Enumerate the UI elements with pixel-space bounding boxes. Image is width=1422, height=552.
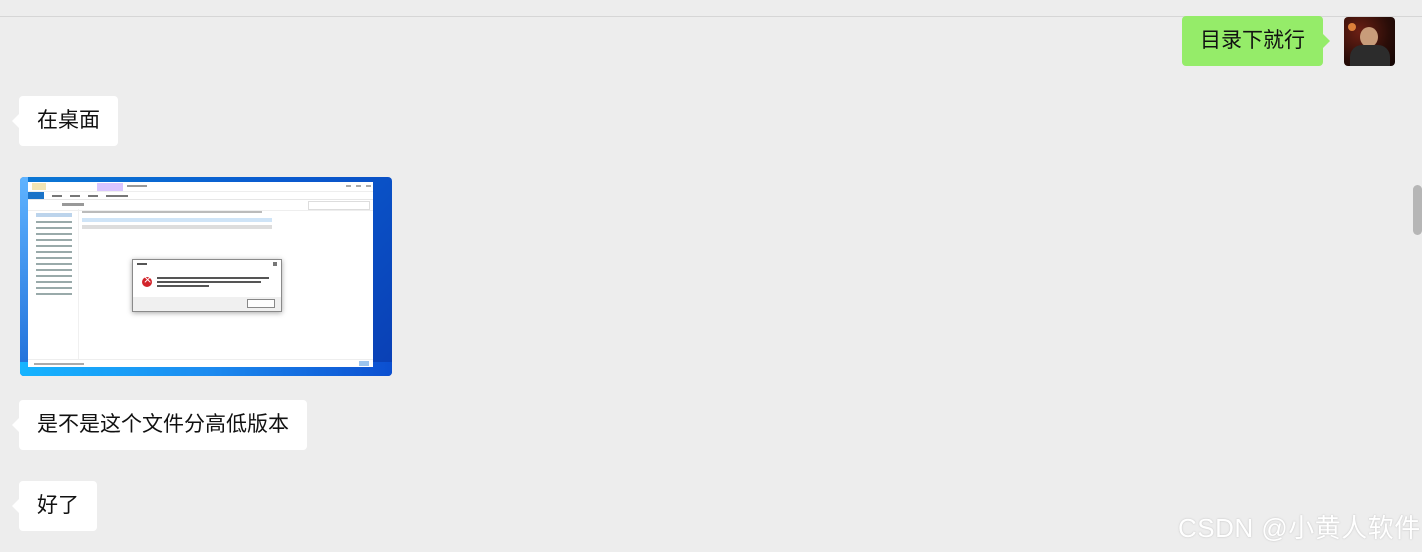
explorer-navigation-pane: [28, 209, 79, 359]
error-dialog: [132, 259, 282, 312]
message-bubble-received[interactable]: 好了: [12, 481, 97, 531]
desktop-edge: [20, 177, 28, 376]
ribbon-tab: [106, 195, 128, 197]
explorer-tab-title: [127, 185, 147, 187]
explorer-ribbon: [28, 192, 373, 200]
minimize-icon: [346, 185, 351, 187]
explorer-titlebar: [28, 182, 373, 192]
ribbon-tab: [70, 195, 80, 197]
dialog-title: [137, 263, 147, 265]
user-avatar-icon[interactable]: [1344, 17, 1395, 66]
explorer-tab-selected: [97, 183, 123, 191]
explorer-address-bar: [28, 200, 373, 211]
close-icon: [366, 185, 371, 187]
message-bubble-received[interactable]: 在桌面: [12, 96, 118, 146]
message-image-screenshot[interactable]: [20, 177, 392, 376]
ribbon-file-tab: [28, 192, 44, 199]
message-text: 好了: [37, 494, 79, 517]
dialog-close-icon: [273, 262, 277, 266]
dialog-message-line: [157, 277, 269, 279]
ribbon-tab: [52, 195, 62, 197]
avatar-body: [1350, 45, 1390, 66]
maximize-icon: [356, 185, 361, 187]
explorer-search-box: [308, 201, 370, 210]
message-text: 是不是这个文件分高低版本: [37, 413, 289, 436]
explorer-status-bar: [28, 359, 373, 367]
folder-icon: [32, 183, 46, 190]
message-bubble-sent[interactable]: 目录下就行: [1182, 16, 1330, 66]
address-path: [62, 203, 84, 206]
explorer-file-list: [82, 211, 272, 232]
ribbon-tab: [88, 195, 98, 197]
avatar-background-light: [1348, 23, 1356, 31]
dialog-ok-button: [247, 299, 275, 308]
dialog-message-line: [157, 281, 261, 283]
file-explorer-window: [28, 182, 373, 367]
watermark: CSDN @小黄人软件: [1178, 513, 1421, 543]
message-text: 目录下就行: [1200, 29, 1305, 52]
message-text: 在桌面: [37, 109, 100, 132]
error-icon: [142, 273, 152, 287]
dialog-message-line: [157, 285, 209, 287]
scrollbar-thumb[interactable]: [1413, 185, 1422, 235]
message-bubble-received[interactable]: 是不是这个文件分高低版本: [12, 400, 307, 450]
avatar-face: [1360, 27, 1378, 47]
